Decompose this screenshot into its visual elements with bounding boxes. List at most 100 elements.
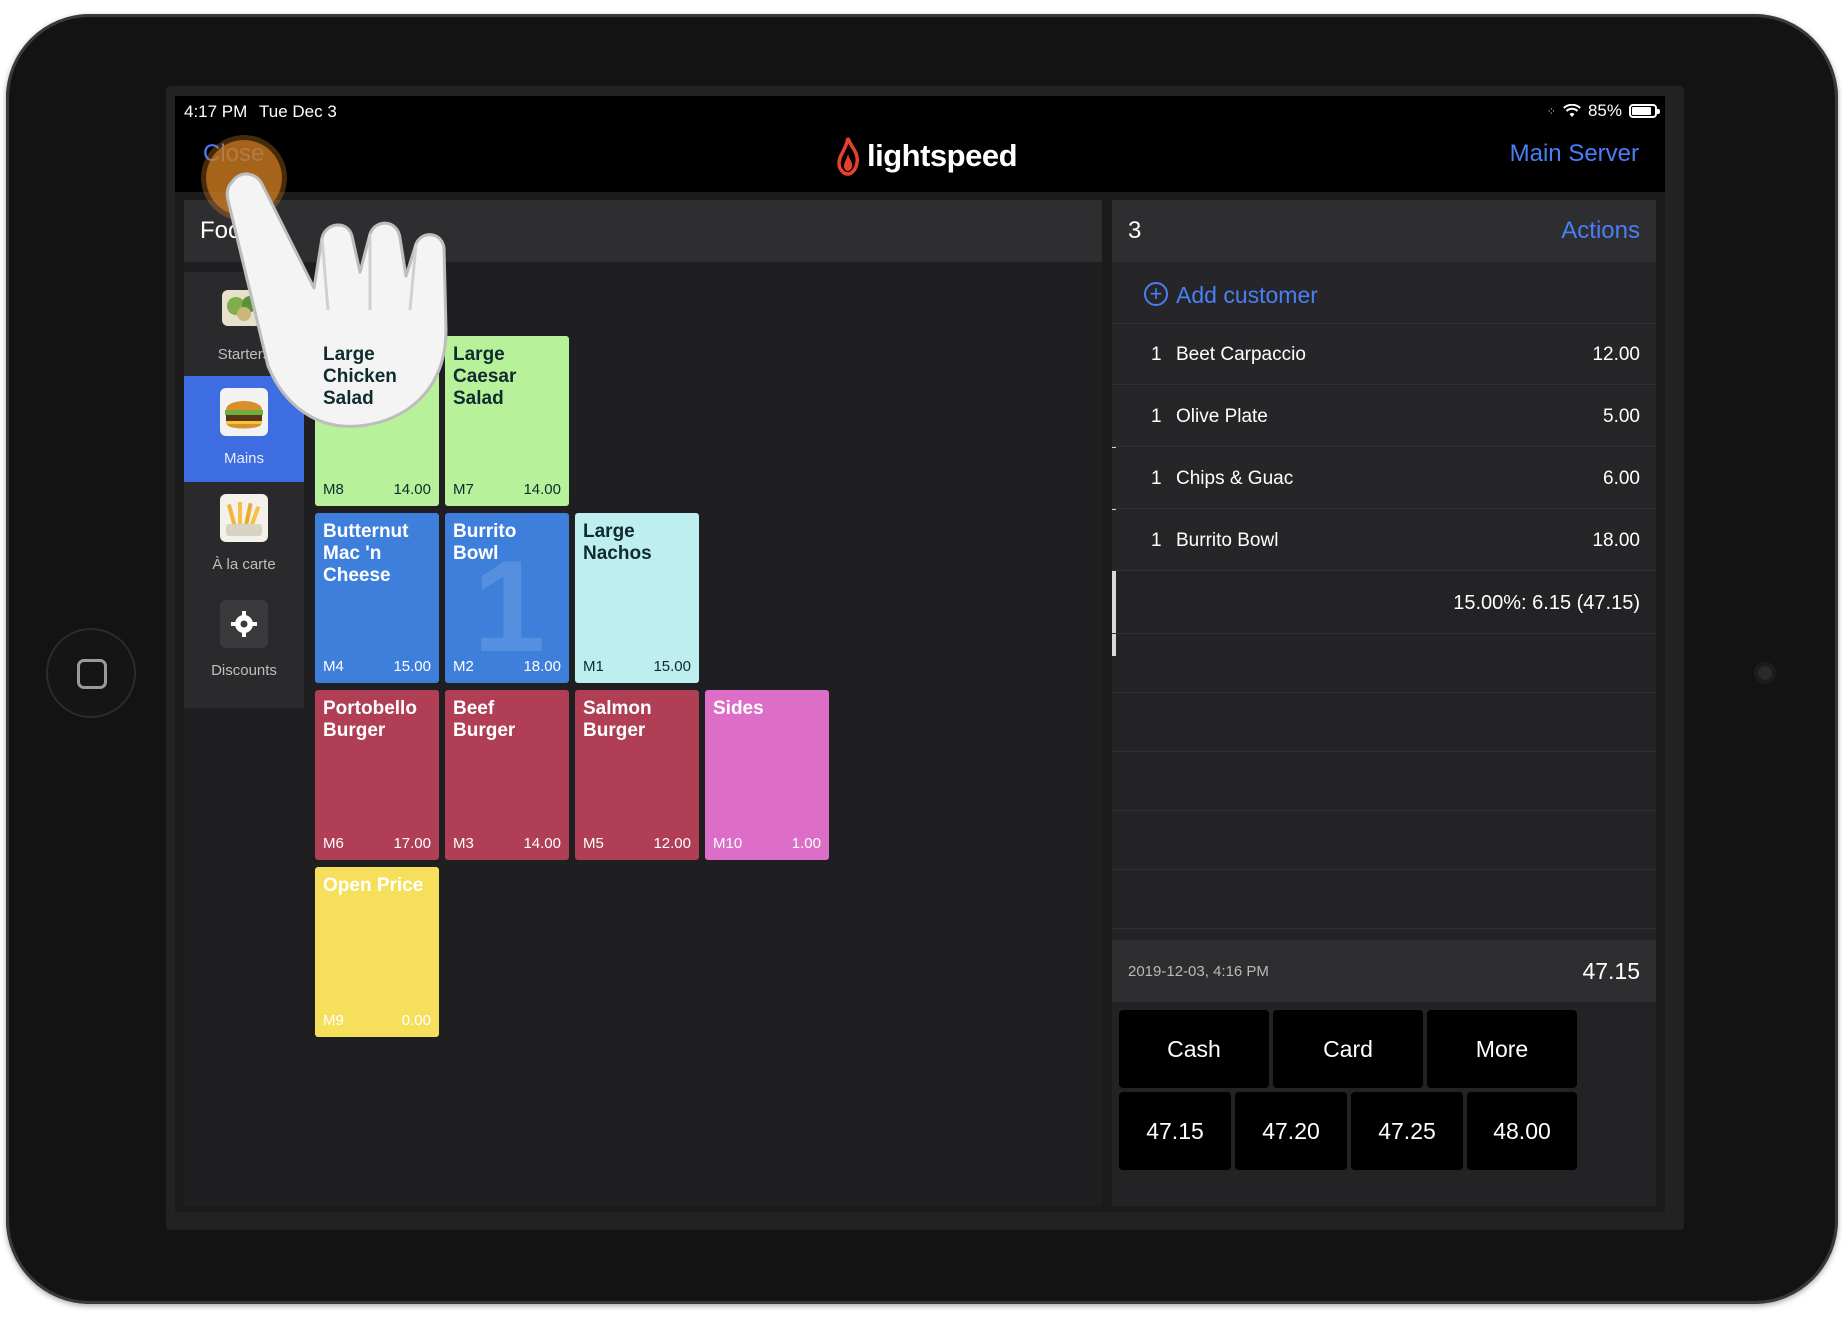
add-customer-button[interactable]: + Add customer [1112, 262, 1656, 324]
menu-tile[interactable]: 1 Burrito Bowl M2 18.00 [445, 513, 569, 683]
empty-order-row [1112, 870, 1656, 929]
cash-button[interactable]: Cash [1119, 1010, 1269, 1088]
quick-amount-button[interactable]: 47.25 [1351, 1092, 1463, 1170]
tile-name: Large Caesar Salad [453, 344, 517, 409]
wifi-icon [1563, 104, 1581, 117]
tile-code: M2 [453, 658, 474, 675]
battery-percent: 85% [1587, 101, 1622, 120]
menu-tile[interactable]: Butternut Mac 'n Cheese M4 15.00 [315, 513, 439, 683]
tile-code: M7 [453, 481, 474, 498]
order-number: 3 [1128, 217, 1142, 244]
sidebar-item-a-la-carte[interactable]: À la carte [184, 482, 304, 602]
sidebar-label-discounts: Discounts [211, 662, 277, 679]
menu-tile[interactable]: Beef Burger M3 14.00 [445, 690, 569, 860]
tile-price: 1.00 [791, 835, 821, 852]
tile-code: M8 [323, 481, 344, 498]
order-total-bar: 2019-12-03, 4:16 PM 47.15 [1112, 940, 1656, 1002]
quick-amount-button[interactable]: 47.15 [1119, 1092, 1231, 1170]
order-line-item[interactable]: 1 Olive Plate 5.00 [1112, 386, 1656, 447]
tile-code: M4 [323, 658, 344, 675]
empty-order-row [1112, 811, 1656, 870]
activity-icon: ⁘ [1546, 105, 1556, 118]
tile-price: 15.00 [393, 658, 431, 675]
fries-icon [220, 494, 268, 542]
tile-price: 14.00 [393, 481, 431, 498]
empty-order-row [1112, 752, 1656, 811]
card-button[interactable]: Card [1273, 1010, 1423, 1088]
status-bar: 4:17 PM Tue Dec 3 ⁘ 85% [175, 96, 1665, 126]
status-time: 4:17 PM [184, 102, 248, 121]
actions-button[interactable]: Actions [1561, 217, 1640, 245]
quick-amount-button[interactable]: 47.20 [1235, 1092, 1347, 1170]
battery-fill [1632, 107, 1651, 115]
tile-price: 0.00 [401, 1012, 431, 1029]
item-price: 6.00 [1603, 468, 1640, 489]
main-server-button[interactable]: Main Server [1510, 140, 1639, 168]
camera-icon [1754, 662, 1776, 684]
lightspeed-logo: lightspeed [835, 136, 1018, 176]
tax-summary: 15.00%: 6.15 (47.15) [1453, 592, 1640, 614]
item-name: Olive Plate [1176, 406, 1268, 427]
order-panel: 3 Actions + Add customer 1 Beet Carpacci… [1112, 200, 1656, 1206]
menu-tile[interactable]: Large Nachos M1 15.00 [575, 513, 699, 683]
tile-name: Large Nachos [583, 521, 652, 564]
item-quantity: 1 [1151, 406, 1162, 427]
tile-price: 18.00 [523, 658, 561, 675]
sidebar-label-mains: Mains [223, 450, 264, 467]
sidebar-label-a-la-carte: À la carte [212, 556, 276, 573]
empty-order-row [1112, 634, 1656, 693]
tile-name: Salmon Burger [583, 698, 652, 741]
tile-code: M6 [323, 835, 344, 852]
menu-tile[interactable]: Open Price M9 0.00 [315, 867, 439, 1037]
tile-name: Beef Burger [453, 698, 516, 741]
item-name: Chips & Guac [1176, 468, 1294, 489]
tile-price: 15.00 [653, 658, 691, 675]
tile-name: Burrito Bowl [453, 521, 517, 564]
item-quantity: 1 [1151, 468, 1162, 489]
flame-icon [837, 137, 860, 176]
item-price: 12.00 [1592, 344, 1640, 365]
order-line-item[interactable]: 1 Burrito Bowl 18.00 [1112, 510, 1656, 571]
order-timestamp: 2019-12-03, 4:16 PM [1128, 963, 1269, 980]
tile-code: M1 [583, 658, 604, 675]
empty-order-row [1112, 693, 1656, 752]
item-quantity: 1 [1151, 344, 1162, 365]
menu-tile[interactable]: Portobello Burger M6 17.00 [315, 690, 439, 860]
item-price: 5.00 [1603, 406, 1640, 427]
discount-gear-icon [220, 600, 268, 648]
menu-tile[interactable]: Salmon Burger M5 12.00 [575, 690, 699, 860]
item-quantity: 1 [1151, 530, 1162, 551]
menu-tile[interactable]: Sides M10 1.00 [705, 690, 829, 860]
tax-row: 15.00%: 6.15 (47.15) [1112, 572, 1656, 634]
tile-price: 14.00 [523, 481, 561, 498]
battery-icon [1629, 104, 1660, 118]
tile-code: M5 [583, 835, 604, 852]
tile-name: Large Chicken Salad [323, 344, 397, 409]
more-button[interactable]: More [1427, 1010, 1577, 1088]
sidebar-item-discounts[interactable]: Discounts [184, 588, 304, 708]
status-date: Tue Dec 3 [259, 102, 337, 121]
order-total: 47.15 [1582, 958, 1640, 984]
tile-code: M3 [453, 835, 474, 852]
tile-price: 12.00 [653, 835, 691, 852]
home-square-icon [77, 659, 107, 689]
tile-name: Portobello Burger [323, 698, 417, 741]
item-name: Burrito Bowl [1176, 530, 1279, 551]
order-header: 3 Actions [1112, 200, 1656, 262]
tile-code: M9 [323, 1012, 344, 1029]
tile-name: Sides [713, 698, 764, 719]
tile-code: M10 [713, 835, 743, 852]
item-price: 18.00 [1592, 530, 1640, 551]
order-line-item[interactable]: 1 Beet Carpaccio 12.00 [1112, 324, 1656, 385]
status-indicators: ⁘ 85% [1546, 101, 1660, 121]
tile-price: 17.00 [393, 835, 431, 852]
quick-amount-button[interactable]: 48.00 [1467, 1092, 1577, 1170]
home-button[interactable] [46, 628, 136, 718]
order-line-item[interactable]: 1 Chips & Guac 6.00 [1112, 448, 1656, 509]
plus-circle-icon: + [1144, 282, 1168, 306]
tile-price: 14.00 [523, 835, 561, 852]
add-customer-label: Add customer [1176, 282, 1318, 308]
item-name: Beet Carpaccio [1176, 344, 1306, 365]
tile-name: Open Price [323, 875, 424, 896]
logo-text: lightspeed [867, 138, 1018, 173]
